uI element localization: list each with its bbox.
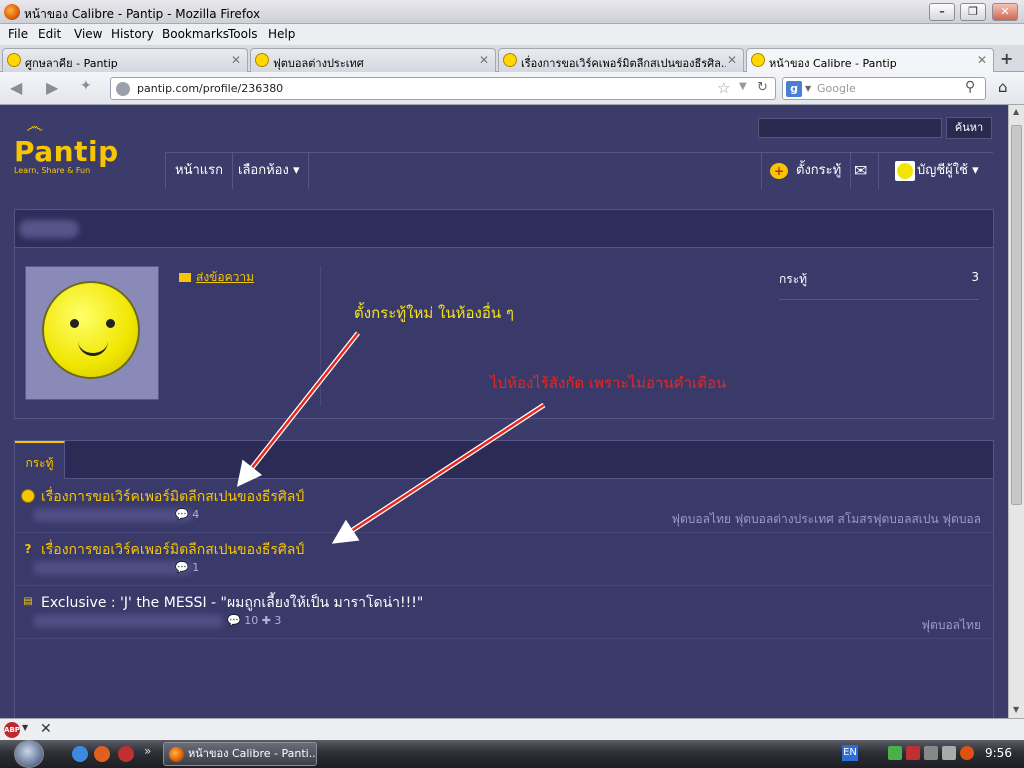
browser-tab-2[interactable]: ฟุตบอลต่างประเทศ ✕: [250, 48, 496, 72]
menu-tools[interactable]: Tools: [228, 27, 258, 41]
tab-close-icon[interactable]: ✕: [479, 53, 489, 67]
browser-tab-3[interactable]: เรื่องการขอเวิร์คเพอร์มิตลีกสเปนของธีรศิ…: [498, 48, 744, 72]
scroll-thumb[interactable]: [1011, 125, 1022, 505]
pantip-favicon-icon: [7, 53, 21, 67]
firefox-task-icon: [169, 747, 184, 762]
menu-edit[interactable]: Edit: [38, 27, 61, 41]
home-icon[interactable]: ⌂: [998, 78, 1008, 96]
window-title: หน้าของ Calibre - Pantip - Mozilla Firef…: [24, 7, 261, 21]
search-bar[interactable]: g ▼ Google ⚲: [782, 77, 986, 100]
browser-tab-4-active[interactable]: หน้าของ Calibre - Pantip ✕: [746, 48, 994, 73]
google-icon: g: [786, 81, 802, 97]
page-scrollbar[interactable]: ▲ ▼: [1008, 105, 1024, 718]
adblock-dropdown-icon[interactable]: ▼: [22, 723, 28, 732]
quicklaunch-more-icon[interactable]: »: [144, 744, 151, 758]
search-placeholder: Google: [817, 82, 856, 95]
tab-label: ฟุตบอลต่างประเทศ: [273, 57, 364, 70]
history-icon[interactable]: ✦: [80, 78, 92, 94]
url-bar[interactable]: pantip.com/profile/236380 ☆ ▼ ↻: [110, 77, 776, 100]
search-icon[interactable]: ⚲: [965, 79, 975, 95]
firefox-icon: [4, 4, 20, 20]
menu-help[interactable]: Help: [268, 27, 295, 41]
arrow-red: [331, 403, 545, 544]
menu-history[interactable]: History: [111, 27, 154, 41]
pantip-favicon-icon: [751, 53, 765, 67]
taskbar-firefox-window[interactable]: หน้าของ Calibre - Panti...: [163, 742, 317, 766]
language-indicator[interactable]: EN: [842, 745, 858, 761]
adblock-icon[interactable]: ABP: [4, 722, 20, 738]
menu-bar: File Edit View History Bookmarks Tools H…: [0, 24, 1024, 45]
minimize-button[interactable]: –: [929, 3, 955, 21]
task-label: หน้าของ Calibre - Panti...: [188, 747, 317, 760]
page-content: ෴ Pantip Learn, Share & Fun ค้นหา หน้าแร…: [0, 105, 1008, 718]
pantip-favicon-icon: [503, 53, 517, 67]
network-tray-icon[interactable]: [888, 746, 902, 760]
reload-icon[interactable]: ↻: [757, 80, 768, 95]
scroll-up-icon[interactable]: ▲: [1013, 107, 1019, 116]
alert-tray-icon[interactable]: [960, 746, 974, 760]
clock[interactable]: 9:56: [985, 746, 1012, 760]
taskbar: » หน้าของ Calibre - Panti... EN 9:56: [0, 740, 1024, 768]
status-bar: ABP ▼ ✕: [0, 718, 1024, 740]
arrow-yellow: [236, 332, 359, 487]
url-dropdown-icon[interactable]: ▼: [739, 81, 747, 92]
volume-tray-icon[interactable]: [942, 746, 956, 760]
back-icon[interactable]: ◀: [10, 78, 22, 97]
start-button[interactable]: [14, 740, 44, 768]
tab-close-icon[interactable]: ✕: [977, 53, 987, 67]
tab-label: ศูกษลาคีย - Pantip: [25, 57, 118, 70]
security-tray-icon[interactable]: [906, 746, 920, 760]
menu-view[interactable]: View: [74, 27, 102, 41]
firefox-quicklaunch-icon[interactable]: [94, 746, 110, 762]
menu-bookmarks[interactable]: Bookmarks: [162, 27, 229, 41]
browser-tab-1[interactable]: ศูกษลาคีย - Pantip ✕: [2, 48, 248, 72]
pantip-favicon-icon: [255, 53, 269, 67]
close-button[interactable]: ✕: [992, 3, 1018, 21]
tray-icon[interactable]: [924, 746, 938, 760]
new-tab-icon[interactable]: +: [1000, 49, 1013, 68]
url-text: pantip.com/profile/236380: [137, 82, 284, 95]
scroll-down-icon[interactable]: ▼: [1013, 705, 1019, 714]
tab-bar: ศูกษลาคีย - Pantip ✕ ฟุตบอลต่างประเทศ ✕ …: [0, 45, 1024, 73]
search-engine-dropdown-icon[interactable]: ▼: [805, 84, 811, 93]
window-titlebar: หน้าของ Calibre - Pantip - Mozilla Firef…: [0, 0, 1024, 24]
bookmark-star-icon[interactable]: ☆: [717, 79, 730, 97]
tab-close-icon[interactable]: ✕: [727, 53, 737, 67]
tab-label: เรื่องการขอเวิร์คเพอร์มิตลีกสเปนของธีรศิ…: [521, 57, 726, 70]
site-identity-icon: [116, 82, 130, 96]
tab-close-icon[interactable]: ✕: [231, 53, 241, 67]
ie-icon[interactable]: [72, 746, 88, 762]
navigation-bar: ◀ ▶ ✦ pantip.com/profile/236380 ☆ ▼ ↻ g …: [0, 72, 1024, 105]
close-findbar-icon[interactable]: ✕: [40, 721, 52, 737]
tab-label: หน้าของ Calibre - Pantip: [769, 57, 897, 70]
forward-icon[interactable]: ▶: [46, 78, 58, 97]
app-quicklaunch-icon[interactable]: [118, 746, 134, 762]
annotation-arrows: [236, 331, 546, 544]
maximize-button[interactable]: ❐: [960, 3, 986, 21]
menu-file[interactable]: File: [8, 27, 28, 41]
